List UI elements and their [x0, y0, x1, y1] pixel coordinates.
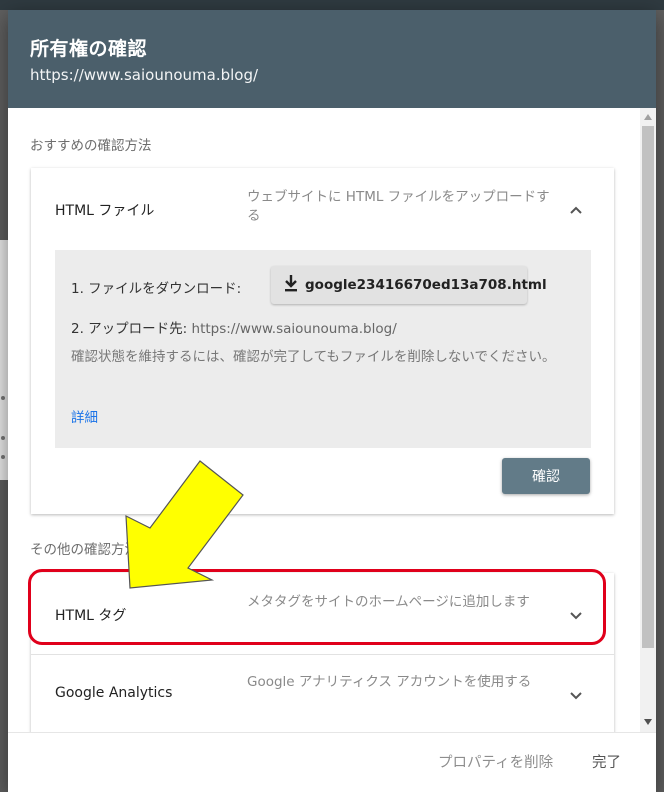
yellow-arrow-annotation — [125, 460, 244, 589]
